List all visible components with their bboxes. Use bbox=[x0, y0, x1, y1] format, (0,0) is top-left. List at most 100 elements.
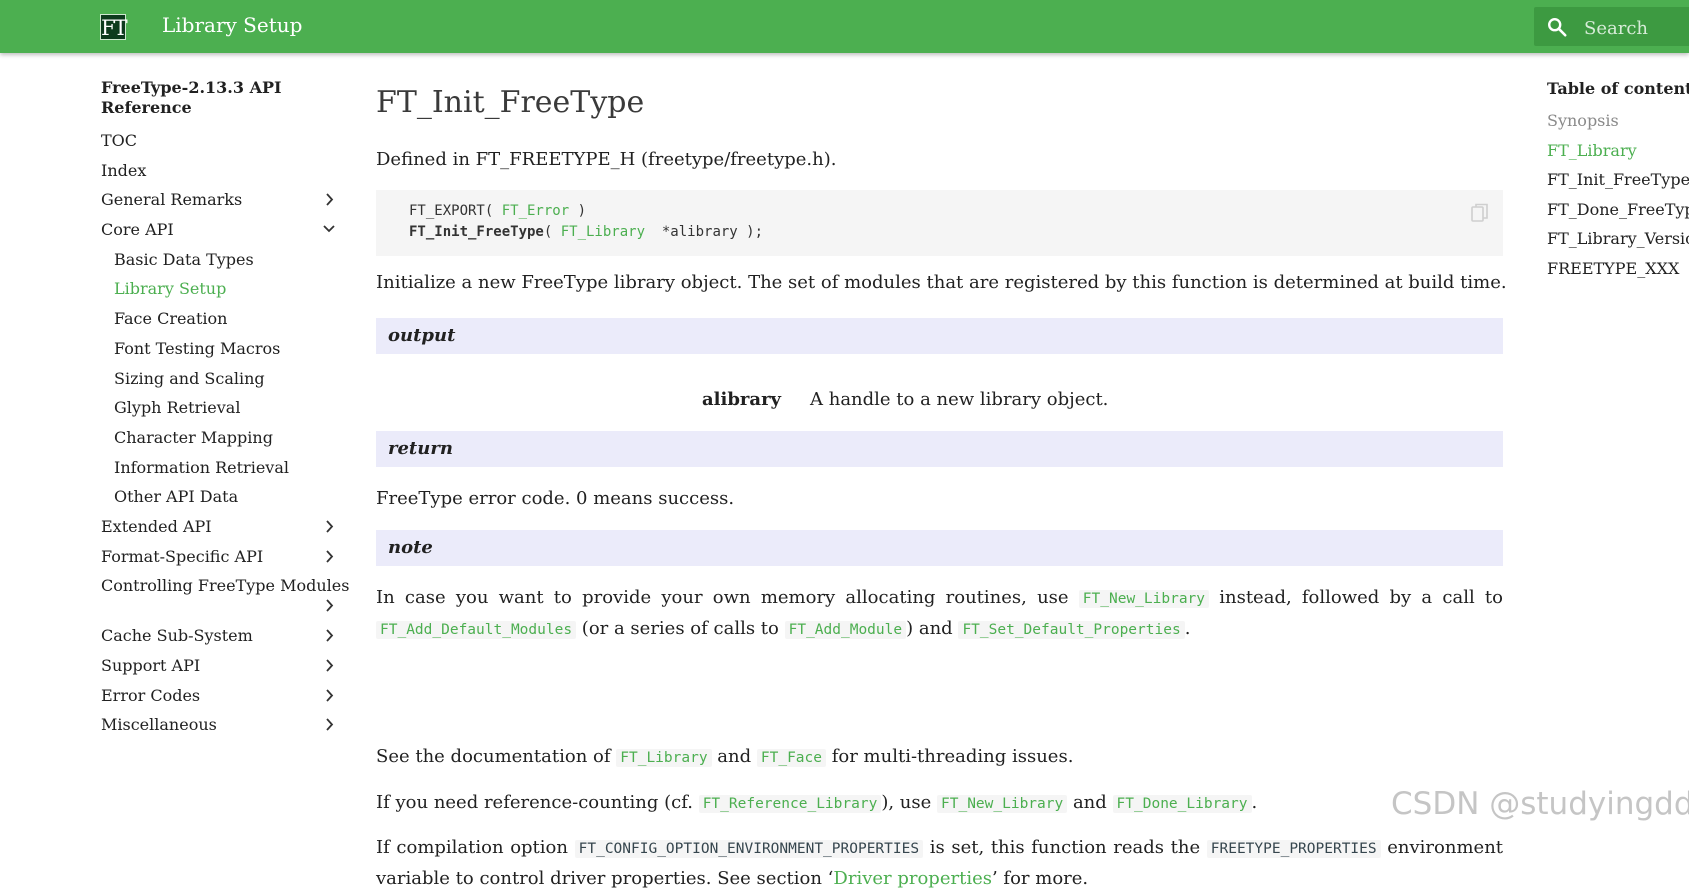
table-of-contents: Table of contents Synopsis FT_Library FT_I… bbox=[1547, 78, 1689, 284]
note-text: environment bbox=[1387, 837, 1504, 858]
page-title: FT_Init_FreeType bbox=[376, 85, 645, 120]
driver-properties-link[interactable]: Driver properties bbox=[833, 868, 992, 889]
sidebar-item-other-api-data[interactable]: Other API Data bbox=[101, 482, 336, 512]
code-text: ( bbox=[543, 224, 561, 240]
param-name: alibrary bbox=[702, 389, 782, 410]
sidebar-item-label: TOC bbox=[101, 131, 138, 150]
sidebar-item-controlling-freetype-modules[interactable]: Controlling FreeType Modules bbox=[101, 571, 349, 621]
code-text: *alibrary ); bbox=[645, 224, 764, 240]
note-text: is set, this function reads the bbox=[929, 837, 1201, 858]
watermark-text: CSDN @studyingdda bbox=[1391, 786, 1689, 822]
code-link-ft-reference-library[interactable]: FT_Reference_Library bbox=[698, 795, 882, 813]
code-env-variable: FREETYPE_PROPERTIES bbox=[1206, 840, 1381, 858]
sidebar-item-extended-api[interactable]: Extended API bbox=[101, 512, 336, 542]
sidebar-item-label: Cache Sub-System bbox=[101, 626, 253, 646]
toc-item-ft-library[interactable]: FT_Library bbox=[1547, 136, 1689, 166]
chevron-right-icon[interactable] bbox=[322, 681, 336, 710]
sidebar-item-format-specific-api[interactable]: Format-Specific API bbox=[101, 542, 336, 572]
nav-title[interactable]: FreeType-2.13.3 API Reference bbox=[101, 78, 336, 118]
sidebar-item-general-remarks[interactable]: General Remarks bbox=[101, 185, 336, 215]
code-link-ft-new-library[interactable]: FT_New_Library bbox=[937, 795, 1068, 813]
sidebar-item-label: Glyph Retrieval bbox=[114, 398, 241, 418]
nav-list: TOC Index General Remarks Core API Basic Dat… bbox=[101, 126, 349, 740]
sidebar-item-index[interactable]: Index bbox=[101, 156, 336, 186]
chevron-right-icon[interactable] bbox=[322, 591, 336, 620]
sidebar-item-label: Format-Specific API bbox=[101, 546, 264, 566]
sidebar-item-label: Core API bbox=[101, 220, 174, 240]
return-text: FreeType error code. 0 means success. bbox=[376, 488, 735, 509]
sidebar-item-label: General Remarks bbox=[101, 190, 243, 210]
sidebar-item-core-api[interactable]: Core API bbox=[101, 215, 336, 245]
note-line: If compilation option FT_CONFIG_OPTION_E… bbox=[376, 833, 1503, 864]
code-link-ft-done-library[interactable]: FT_Done_Library bbox=[1112, 795, 1252, 813]
sidebar-item-error-codes[interactable]: Error Codes bbox=[101, 681, 336, 711]
toc-item-ft-done-freetype[interactable]: FT_Done_FreeType bbox=[1547, 195, 1689, 225]
note-text: instead, followed by a call to bbox=[1219, 587, 1503, 608]
note-text: variable to control driver properties. S… bbox=[376, 868, 834, 889]
code-link-ft-add-module[interactable]: FT_Add_Module bbox=[784, 621, 907, 639]
code-line-1: FT_EXPORT( FT_Error ) bbox=[409, 203, 586, 219]
chevron-down-icon[interactable] bbox=[322, 215, 336, 244]
code-link-ft-new-library[interactable]: FT_New_Library bbox=[1078, 590, 1210, 608]
sidebar-item-face-creation[interactable]: Face Creation bbox=[101, 304, 336, 334]
note-line: variable to control driver properties. S… bbox=[376, 864, 1503, 893]
toc-title: Table of contents bbox=[1547, 79, 1689, 98]
primary-navigation: FreeType-2.13.3 API Reference TOC Index Ge… bbox=[101, 78, 349, 740]
toc-item-ft-library-version[interactable]: FT_Library_Version bbox=[1547, 224, 1689, 254]
sidebar-item-basic-data-types[interactable]: Basic Data Types bbox=[101, 245, 336, 275]
code-link-ft-error[interactable]: FT_Error bbox=[502, 203, 569, 219]
sidebar-item-miscellaneous[interactable]: Miscellaneous bbox=[101, 710, 336, 740]
toc-item-freetype-xxx[interactable]: FREETYPE_XXX bbox=[1547, 254, 1689, 284]
toc-item-synopsis[interactable]: Synopsis bbox=[1547, 106, 1689, 136]
sidebar-item-glyph-retrieval[interactable]: Glyph Retrieval bbox=[101, 393, 336, 423]
chevron-right-icon[interactable] bbox=[322, 512, 336, 541]
sidebar-item-font-testing-macros[interactable]: Font Testing Macros bbox=[101, 334, 336, 364]
note-text: and bbox=[717, 746, 752, 767]
note-paragraph-1: In case you want to provide your own mem… bbox=[376, 583, 1503, 645]
chevron-right-icon[interactable] bbox=[322, 621, 336, 650]
code-link-ft-face[interactable]: FT_Face bbox=[756, 749, 826, 767]
note-line: FT_Add_Default_Modules (or a series of c… bbox=[376, 614, 1503, 645]
sidebar-item-sizing-and-scaling[interactable]: Sizing and Scaling bbox=[101, 364, 336, 394]
toc-list: Synopsis FT_Library FT_Init_FreeType FT_Don… bbox=[1547, 106, 1689, 284]
note-text: If compilation option bbox=[376, 837, 568, 858]
section-return-header: return bbox=[376, 431, 1503, 467]
description-text: Initialize a new FreeType library object… bbox=[376, 272, 1507, 293]
sidebar-item-character-mapping[interactable]: Character Mapping bbox=[101, 423, 336, 453]
sidebar-item-label: Sizing and Scaling bbox=[114, 368, 265, 388]
sidebar-item-label: Font Testing Macros bbox=[114, 338, 281, 358]
sidebar-item-label: Character Mapping bbox=[114, 427, 273, 447]
sidebar-item-toc[interactable]: TOC bbox=[101, 126, 336, 156]
note-paragraph-4: If compilation option FT_CONFIG_OPTION_E… bbox=[376, 833, 1503, 893]
freetype-logo[interactable]: FT bbox=[100, 14, 128, 40]
note-text: ), use bbox=[881, 792, 932, 813]
chevron-right-icon[interactable] bbox=[322, 185, 336, 214]
sidebar-item-label: Support API bbox=[101, 656, 201, 675]
code-link-ft-library[interactable]: FT_Library bbox=[561, 224, 645, 240]
sidebar-item-cache-sub-system[interactable]: Cache Sub-System bbox=[101, 621, 336, 651]
code-config-option: FT_CONFIG_OPTION_ENVIRONMENT_PROPERTIES bbox=[574, 840, 924, 858]
sidebar-item-label: Other API Data bbox=[114, 487, 239, 507]
sidebar-item-library-setup[interactable]: Library Setup bbox=[101, 274, 336, 304]
sidebar-item-support-api[interactable]: Support API bbox=[101, 651, 336, 681]
sidebar-item-label: Information Retrieval bbox=[114, 457, 289, 477]
search-input[interactable] bbox=[1582, 15, 1689, 41]
search-icon bbox=[1548, 18, 1567, 37]
code-link-ft-library[interactable]: FT_Library bbox=[616, 749, 712, 767]
section-note-header: note bbox=[376, 530, 1503, 566]
search-box[interactable] bbox=[1534, 7, 1689, 46]
note-text: and bbox=[1072, 792, 1107, 813]
chevron-right-icon[interactable] bbox=[322, 710, 336, 739]
top-app-bar: FT Library Setup bbox=[0, 0, 1689, 53]
copy-icon[interactable] bbox=[1471, 203, 1489, 223]
code-link-ft-set-default-properties[interactable]: FT_Set_Default_Properties bbox=[958, 621, 1185, 639]
note-paragraph-3: If you need reference-counting (cf. FT_R… bbox=[376, 788, 1257, 819]
code-link-ft-add-default-modules[interactable]: FT_Add_Default_Modules bbox=[376, 621, 577, 639]
sidebar-item-information-retrieval[interactable]: Information Retrieval bbox=[101, 453, 336, 483]
code-line-2: FT_Init_FreeType( FT_Library *alibrary )… bbox=[409, 224, 763, 240]
toc-item-ft-init-freetype[interactable]: FT_Init_FreeType bbox=[1547, 165, 1689, 195]
code-text: ) bbox=[569, 203, 587, 219]
chevron-right-icon[interactable] bbox=[322, 651, 336, 680]
chevron-right-icon[interactable] bbox=[322, 542, 336, 571]
note-text: . bbox=[1251, 792, 1258, 813]
